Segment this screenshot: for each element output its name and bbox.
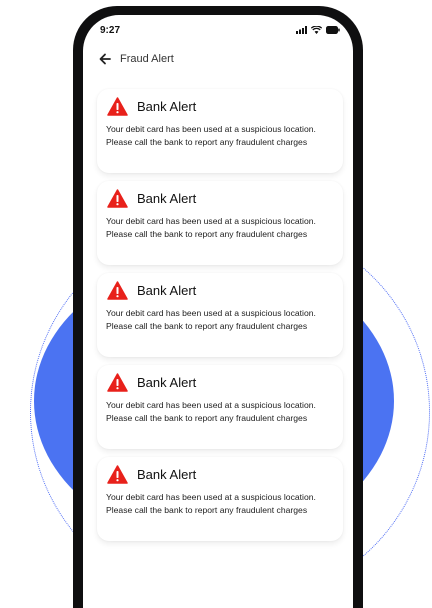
- alert-card[interactable]: Bank Alert Your debit card has been used…: [97, 89, 343, 173]
- alert-title: Bank Alert: [137, 467, 197, 482]
- page-title: Fraud Alert: [120, 53, 174, 65]
- alert-message: Your debit card has been used at a suspi…: [106, 400, 316, 423]
- warning-icon: [107, 189, 128, 208]
- alert-message: Your debit card has been used at a suspi…: [106, 492, 316, 515]
- alert-title: Bank Alert: [137, 99, 197, 114]
- status-bar: 9:27: [83, 15, 353, 45]
- warning-icon: [107, 465, 128, 484]
- status-icons: [296, 26, 340, 34]
- alert-message: Your debit card has been used at a suspi…: [106, 124, 316, 147]
- alert-card[interactable]: Bank Alert Your debit card has been used…: [97, 457, 343, 541]
- alert-title: Bank Alert: [137, 283, 197, 298]
- alert-card[interactable]: Bank Alert Your debit card has been used…: [97, 181, 343, 265]
- alert-card[interactable]: Bank Alert Your debit card has been used…: [97, 273, 343, 357]
- phone-screen: 9:27 Fraud Alert Bank Alert Your debit c…: [83, 15, 353, 608]
- alert-message: Your debit card has been used at a suspi…: [106, 308, 316, 331]
- battery-icon: [326, 26, 340, 34]
- wifi-icon: [311, 26, 322, 34]
- warning-icon: [107, 97, 128, 116]
- alert-title: Bank Alert: [137, 191, 197, 206]
- warning-icon: [107, 373, 128, 392]
- alert-title: Bank Alert: [137, 375, 197, 390]
- alert-card[interactable]: Bank Alert Your debit card has been used…: [97, 365, 343, 449]
- app-bar: Fraud Alert: [83, 49, 353, 73]
- warning-icon: [107, 281, 128, 300]
- status-time: 9:27: [100, 25, 121, 36]
- arrow-left-icon[interactable]: [98, 52, 112, 66]
- alert-message: Your debit card has been used at a suspi…: [106, 216, 316, 239]
- signal-icon: [296, 26, 307, 34]
